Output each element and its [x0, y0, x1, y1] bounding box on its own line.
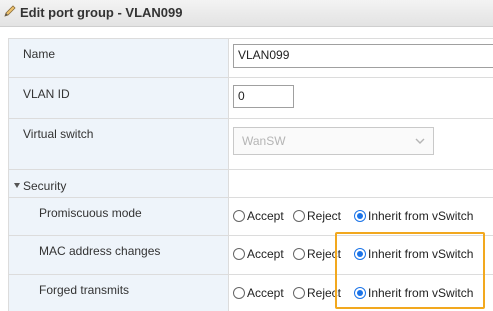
radio-button[interactable] — [293, 210, 305, 222]
security-section-label[interactable]: Security — [23, 179, 66, 193]
chevron-down-icon — [415, 138, 425, 144]
dialog-titlebar: Edit port group - VLAN099 — [0, 0, 493, 27]
row-divider — [9, 197, 493, 198]
row-divider — [9, 235, 493, 236]
radio-button[interactable] — [293, 248, 305, 260]
virtual-switch-label: Virtual switch — [23, 127, 94, 141]
port-group-form: Name VLAN099 VLAN ID 0 Virtual switch Wa… — [8, 38, 493, 311]
vlan-id-input[interactable]: 0 — [233, 85, 294, 108]
row-divider — [9, 77, 493, 78]
radio-button[interactable] — [233, 210, 245, 222]
label-column — [9, 39, 228, 311]
radio-button[interactable] — [293, 287, 305, 299]
name-label: Name — [23, 47, 56, 61]
radio-button-selected[interactable] — [354, 287, 366, 299]
row-divider — [9, 118, 493, 119]
name-input[interactable]: VLAN099 — [233, 44, 493, 68]
vlan-id-label: VLAN ID — [23, 87, 70, 101]
radio-button[interactable] — [233, 287, 245, 299]
radio-button[interactable] — [233, 248, 245, 260]
column-divider — [228, 39, 229, 311]
forged-transmits-label: Forged transmits — [39, 283, 130, 297]
row-divider — [9, 274, 493, 275]
row-divider — [9, 169, 493, 170]
radio-button-selected[interactable] — [354, 248, 366, 260]
dialog-title: Edit port group - VLAN099 — [20, 5, 183, 20]
collapse-caret-icon[interactable] — [14, 183, 20, 188]
virtual-switch-value: WanSW — [242, 134, 286, 148]
pencil-icon — [4, 5, 16, 17]
mac-address-changes-label: MAC address changes — [39, 244, 161, 258]
radio-button-selected[interactable] — [354, 210, 366, 222]
promiscuous-mode-label: Promiscuous mode — [39, 206, 142, 220]
virtual-switch-select[interactable]: WanSW — [233, 127, 434, 155]
